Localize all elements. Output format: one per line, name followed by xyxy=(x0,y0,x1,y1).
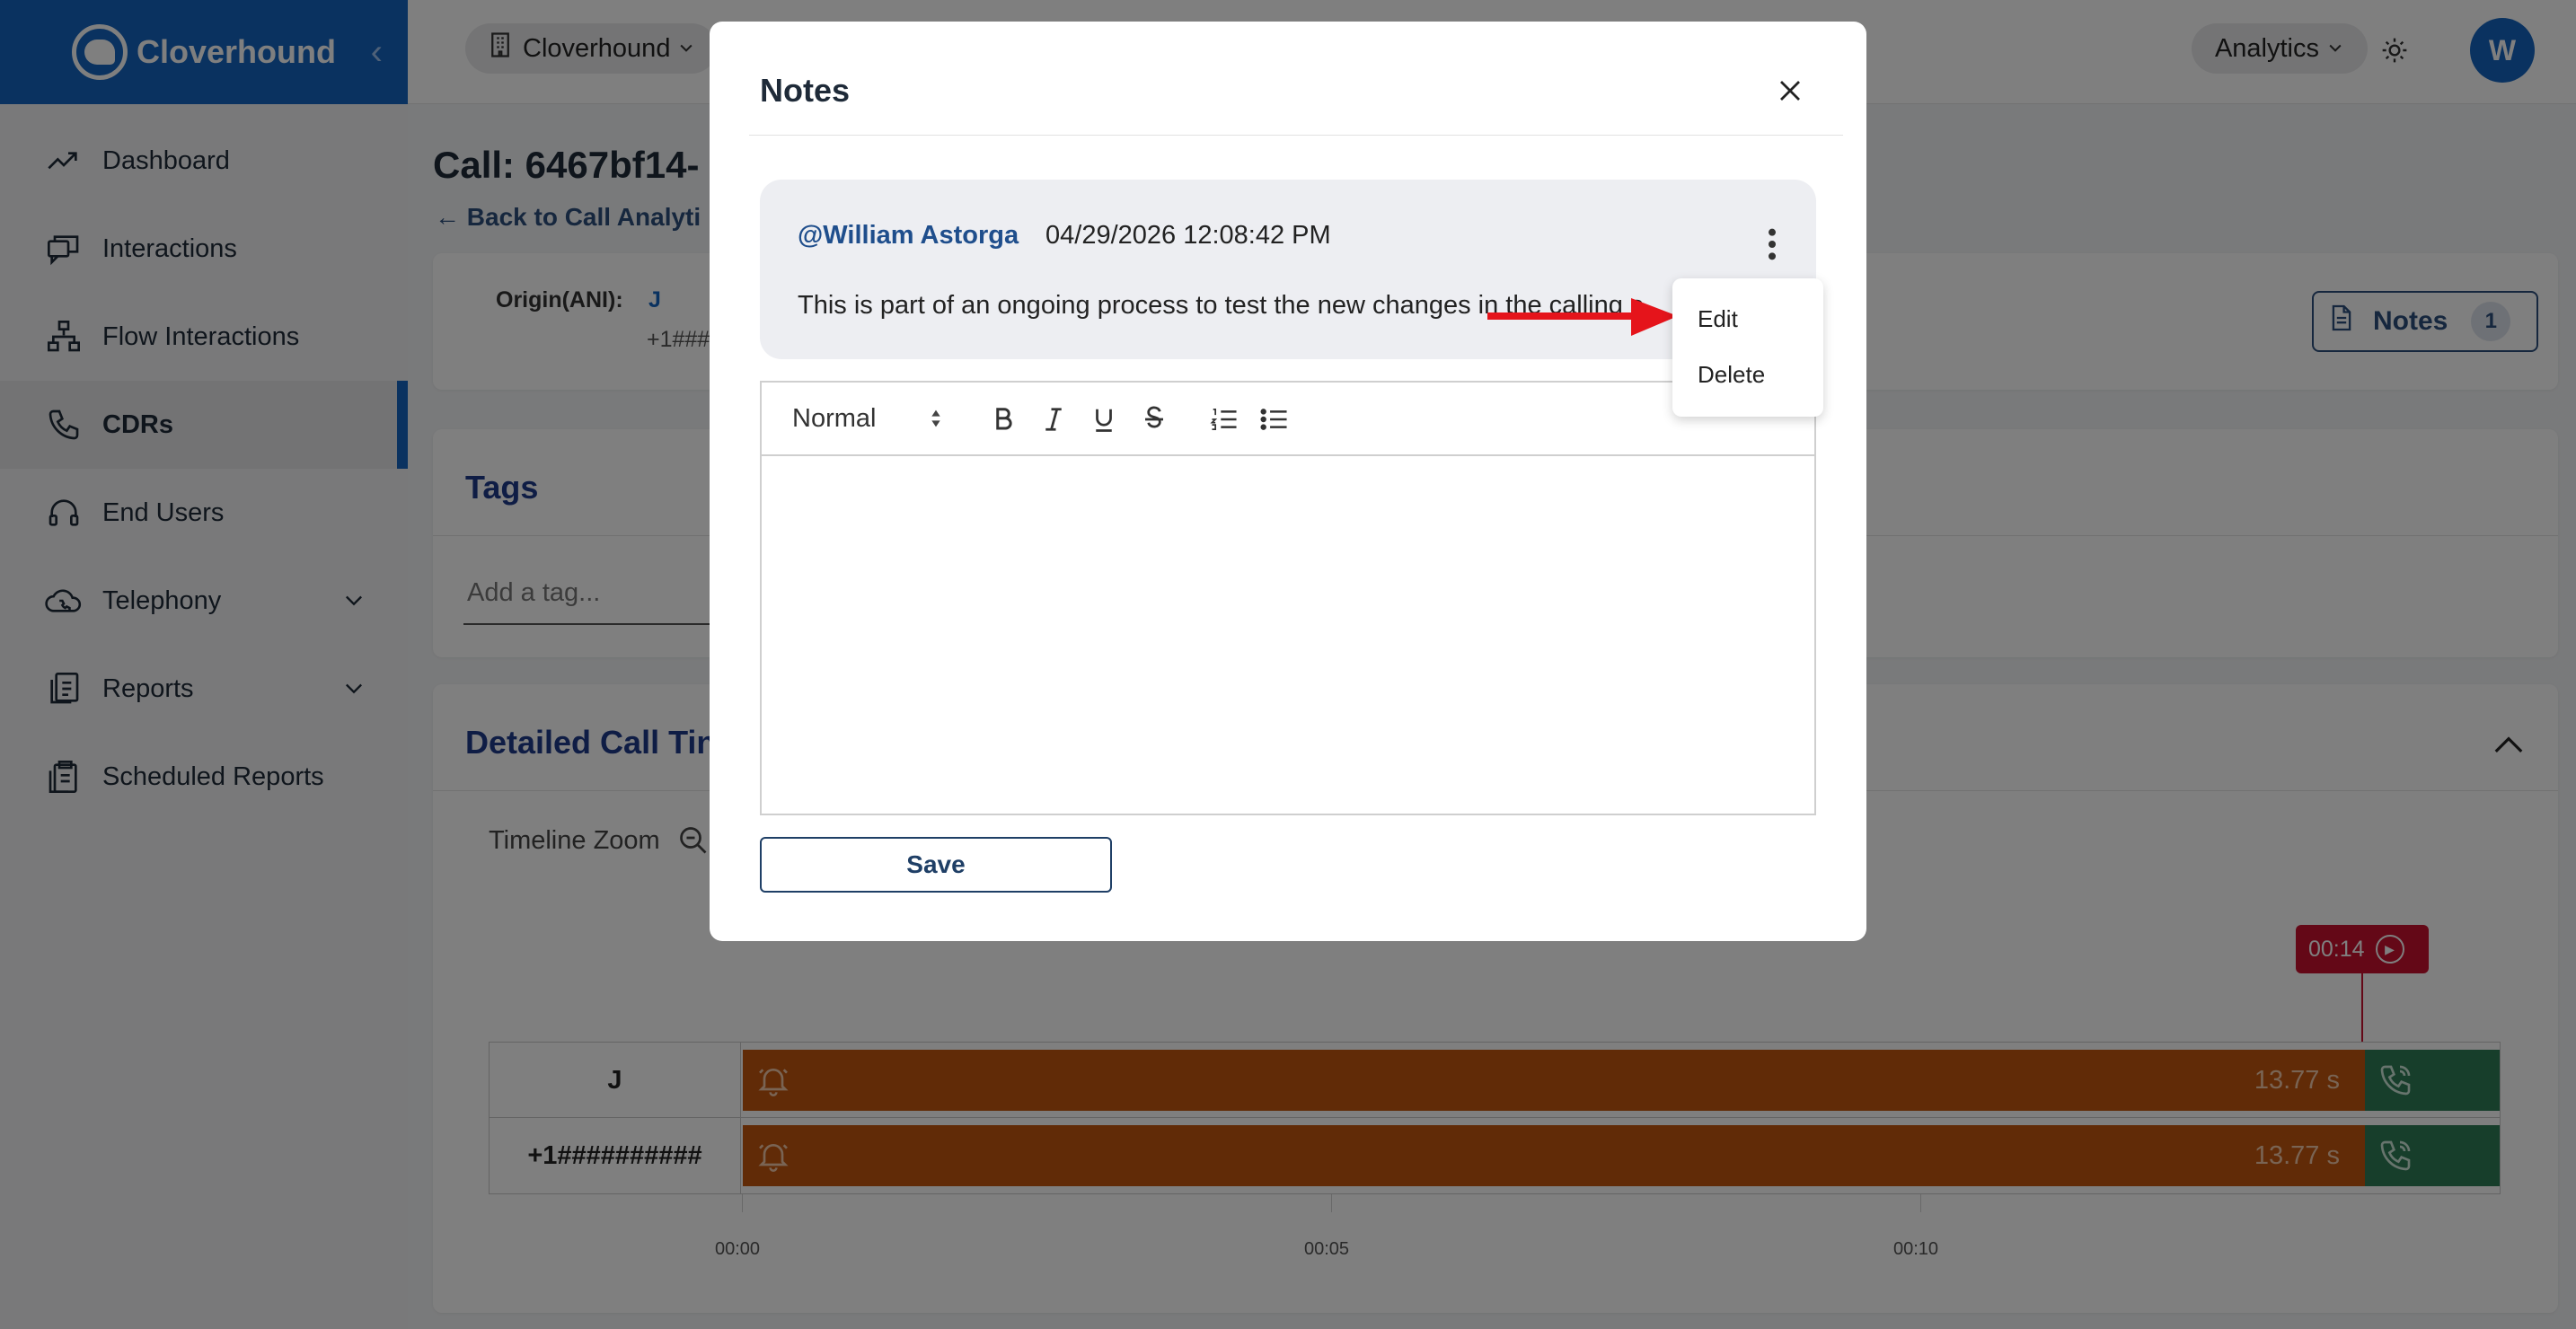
menu-item-edit[interactable]: Edit xyxy=(1698,305,1738,333)
notes-modal: Notes @William Astorga 04/29/2026 12:08:… xyxy=(710,22,1866,941)
annotation-arrow-icon xyxy=(1487,298,1678,336)
note-author[interactable]: @William Astorga xyxy=(798,221,1019,251)
bullet-list-icon[interactable] xyxy=(1257,402,1292,436)
ordered-list-icon[interactable] xyxy=(1207,402,1241,436)
more-vertical-icon[interactable] xyxy=(1766,226,1778,267)
close-icon[interactable] xyxy=(1777,77,1804,109)
note-timestamp: 04/29/2026 12:08:42 PM xyxy=(1045,221,1331,250)
editor-toolbar: Normal xyxy=(762,383,1814,456)
format-select[interactable]: Normal xyxy=(792,404,876,434)
save-button[interactable]: Save xyxy=(760,837,1112,893)
editor-text-area[interactable] xyxy=(762,456,1814,814)
divider xyxy=(749,135,1843,136)
select-arrows-icon[interactable] xyxy=(929,406,943,436)
menu-item-delete[interactable]: Delete xyxy=(1698,361,1765,389)
bold-icon[interactable] xyxy=(986,402,1020,436)
note-context-menu: Edit Delete xyxy=(1672,278,1823,417)
strikethrough-icon[interactable] xyxy=(1137,402,1171,436)
underline-icon[interactable] xyxy=(1087,402,1121,436)
italic-icon[interactable] xyxy=(1037,402,1071,436)
modal-title: Notes xyxy=(760,72,851,109)
note-editor: Normal xyxy=(760,381,1816,815)
